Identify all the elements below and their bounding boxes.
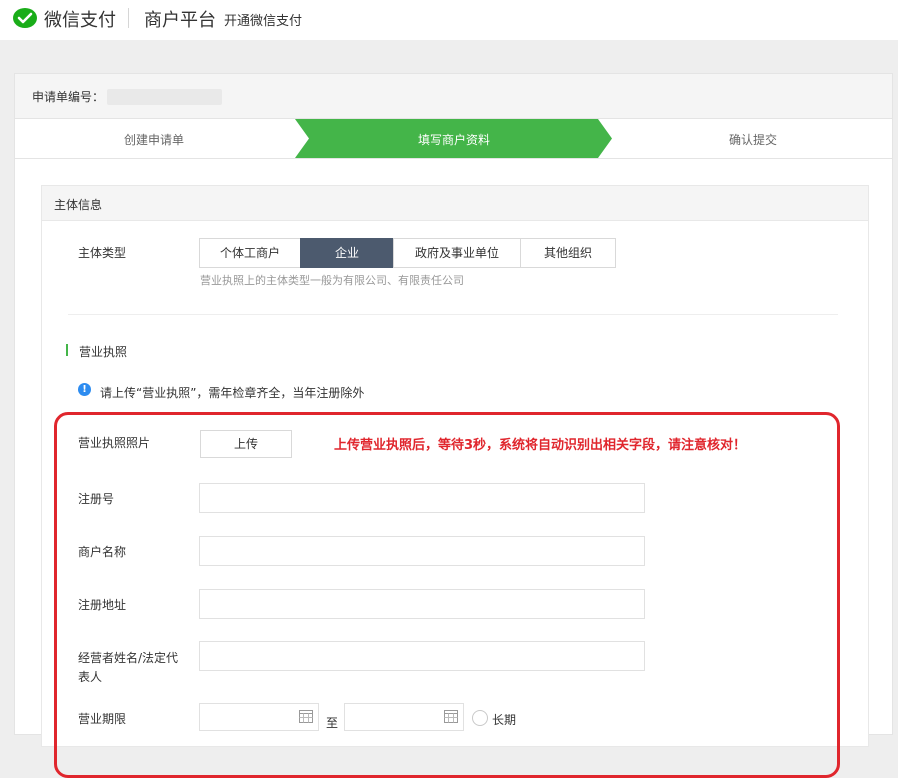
wechat-pay-logo-icon (13, 8, 37, 28)
merchant-name-input[interactable] (199, 536, 645, 566)
merchant-name-label: 商户名称 (78, 545, 127, 559)
to-separator: 至 (326, 716, 339, 730)
subject-type-label: 主体类型 (78, 246, 127, 260)
registered-address-input[interactable] (199, 589, 645, 619)
license-upload-info: 请上传“营业执照”，需年检章齐全，当年注册除外 (100, 386, 365, 400)
progress-steps: 创建申请单 填写商户资料 确认提交 (15, 119, 892, 159)
registration-number-label: 注册号 (78, 492, 115, 506)
auto-recognition-note: 上传营业执照后，等待3秒，系统将自动识别出相关字段，请注意核对！ (334, 438, 747, 453)
license-accent-bar (66, 344, 68, 356)
application-number-row: 申请单编号： (15, 74, 892, 119)
calendar-icon[interactable] (444, 710, 458, 723)
application-number-value-redacted (107, 89, 222, 105)
long-term-label: 长期 (492, 713, 517, 727)
subject-type-individual[interactable]: 个体工商户 (199, 238, 301, 268)
subject-type-enterprise[interactable]: 企业 (300, 238, 394, 268)
subject-type-hint: 营业执照上的主体类型一般为有限公司、有限责任公司 (200, 274, 464, 287)
section-divider (68, 314, 838, 315)
period-end-date-input[interactable] (344, 703, 464, 731)
platform-name[interactable]: 商户平台 (144, 6, 216, 32)
subject-type-other[interactable]: 其他组织 (520, 238, 616, 268)
step-create-application: 创建申请单 (124, 133, 185, 147)
application-number-label: 申请单编号： (32, 90, 105, 104)
page-subtitle: 开通微信支付 (224, 14, 303, 29)
subject-info-section: 主体信息 主体类型 个体工商户 企业 政府及事业单位 其他组织 营业执照上的主体… (41, 185, 869, 778)
header-divider (128, 8, 129, 28)
subject-type-government[interactable]: 政府及事业单位 (393, 238, 521, 268)
step-confirm-submit: 确认提交 (729, 133, 778, 147)
calendar-icon[interactable] (299, 710, 313, 723)
legal-representative-label-line2: 表人 (78, 670, 103, 684)
top-header: 微信支付 商户平台 开通微信支付 (0, 0, 898, 40)
registration-number-input[interactable] (199, 483, 645, 513)
subject-type-selector: 个体工商户 企业 政府及事业单位 其他组织 (199, 238, 616, 268)
registered-address-label: 注册地址 (78, 598, 127, 612)
legal-representative-label-line1: 经营者姓名/法定代 (78, 651, 179, 665)
info-icon: ! (78, 383, 91, 396)
long-term-radio[interactable] (472, 710, 488, 726)
brand-name[interactable]: 微信支付 (44, 6, 116, 32)
license-photo-label: 营业执照照片 (78, 436, 151, 450)
subject-info-title: 主体信息 (54, 198, 103, 212)
business-period-label: 营业期限 (78, 712, 127, 726)
application-card: 申请单编号： 创建申请单 填写商户资料 确认提交 主体信息 主体类型 个体工商户… (14, 73, 893, 778)
upload-button[interactable]: 上传 (200, 430, 292, 458)
step-fill-merchant-info: 填写商户资料 (418, 133, 491, 147)
legal-representative-input[interactable] (199, 641, 645, 671)
subject-info-header: 主体信息 (42, 186, 868, 221)
period-start-date-input[interactable] (199, 703, 319, 731)
license-section-title: 营业执照 (79, 345, 128, 359)
